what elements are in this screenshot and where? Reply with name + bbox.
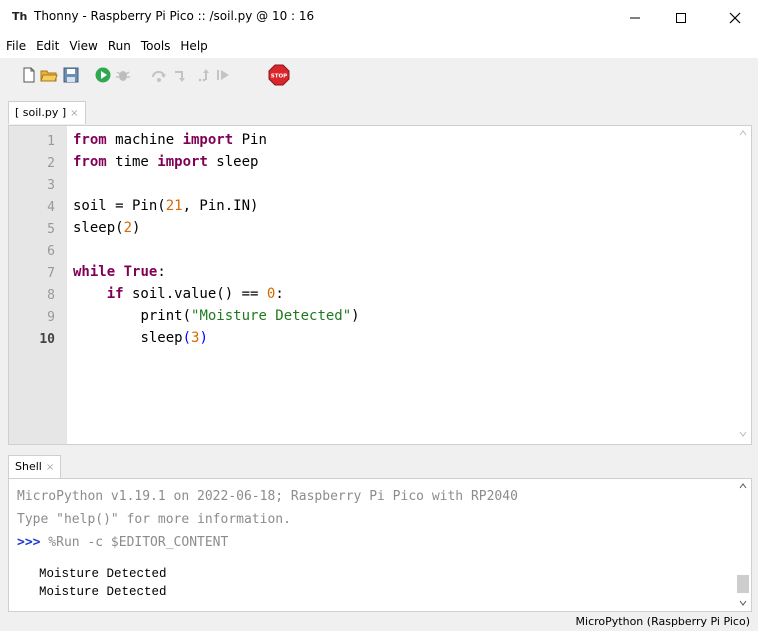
line-number-gutter: 1 2 3 4 5 6 7 8 9 10 bbox=[9, 126, 67, 444]
save-icon bbox=[63, 67, 79, 83]
minimize-icon bbox=[630, 17, 640, 19]
stop-label: STOP bbox=[271, 74, 287, 80]
shell-tab-label: Shell bbox=[15, 460, 42, 473]
stop-button[interactable]: STOP bbox=[268, 64, 290, 86]
scroll-down-icon bbox=[739, 431, 747, 437]
resume-icon bbox=[217, 70, 229, 80]
code-line: while True: bbox=[73, 264, 166, 280]
shell-tab-close-icon[interactable]: × bbox=[46, 462, 54, 473]
tab-close-icon[interactable]: × bbox=[70, 108, 78, 119]
code-line: from time import sleep bbox=[73, 154, 259, 170]
code-line: from machine import Pin bbox=[73, 132, 267, 148]
scroll-down-icon bbox=[739, 600, 747, 606]
scroll-up-icon bbox=[739, 130, 747, 136]
menu-file[interactable]: File bbox=[2, 36, 30, 58]
menu-run[interactable]: Run bbox=[104, 36, 135, 58]
shell-command: %Run -c $EDITOR_CONTENT bbox=[40, 535, 229, 550]
step-out-icon bbox=[198, 69, 209, 82]
resume-button[interactable] bbox=[214, 66, 232, 84]
status-bar: MicroPython (Raspberry Pi Pico) bbox=[0, 612, 758, 631]
line-number: 6 bbox=[47, 244, 55, 259]
step-out-button[interactable] bbox=[196, 66, 214, 84]
minimize-button[interactable] bbox=[612, 0, 658, 36]
shell-output-line: Moisture Detected bbox=[39, 585, 167, 599]
shell-tab-bar: Shell × bbox=[0, 452, 758, 478]
current-line-number: 10 bbox=[39, 332, 55, 347]
code-line: soil = Pin(21, Pin.IN) bbox=[73, 198, 259, 214]
menu-bar: File Edit View Run Tools Help bbox=[0, 36, 758, 58]
close-button[interactable] bbox=[712, 0, 758, 36]
new-file-icon bbox=[23, 67, 35, 83]
code-line: if soil.value() == 0: bbox=[106, 286, 284, 302]
thonny-app-icon: Th bbox=[12, 10, 28, 23]
maximize-icon bbox=[676, 13, 686, 23]
line-number: 7 bbox=[47, 266, 55, 281]
run-button[interactable] bbox=[94, 66, 112, 84]
scroll-up-icon bbox=[739, 483, 747, 489]
menu-tools[interactable]: Tools bbox=[137, 36, 175, 58]
code-line: sleep(3) bbox=[140, 330, 208, 346]
line-number: 8 bbox=[47, 288, 55, 303]
step-over-button[interactable] bbox=[150, 66, 168, 84]
maximize-button[interactable] bbox=[658, 0, 704, 36]
interpreter-selector[interactable]: MicroPython (Raspberry Pi Pico) bbox=[576, 615, 750, 628]
shell-output-line: Moisture Detected bbox=[39, 567, 167, 581]
stop-icon: STOP bbox=[268, 64, 290, 86]
run-icon bbox=[95, 67, 111, 83]
shell-prompt: >>> bbox=[17, 535, 41, 550]
code-line: print("Moisture Detected") bbox=[140, 308, 360, 324]
tab-label: [ soil.py ] bbox=[15, 106, 67, 119]
menu-help[interactable]: Help bbox=[176, 36, 211, 58]
line-number: 9 bbox=[47, 310, 55, 325]
menu-edit[interactable]: Edit bbox=[32, 36, 63, 58]
editor-scrollbar[interactable] bbox=[735, 126, 751, 444]
line-number: 4 bbox=[47, 200, 55, 215]
step-over-icon bbox=[152, 71, 166, 82]
open-folder-icon bbox=[40, 70, 58, 82]
step-into-button[interactable] bbox=[172, 66, 190, 84]
new-file-button[interactable] bbox=[20, 66, 38, 84]
menu-view[interactable]: View bbox=[65, 36, 101, 58]
title-bar: Th Thonny - Raspberry Pi Pico :: /soil.p… bbox=[0, 0, 758, 36]
close-icon bbox=[729, 12, 741, 24]
tab-soil-py[interactable]: [ soil.py ] × bbox=[8, 101, 86, 124]
shell-console[interactable]: MicroPython v1.19.1 on 2022-06-18; Raspb… bbox=[8, 478, 752, 612]
line-number: 3 bbox=[47, 178, 55, 193]
debug-icon bbox=[116, 71, 130, 81]
toolbar: STOP bbox=[0, 58, 758, 92]
step-into-icon bbox=[175, 71, 185, 82]
shell-scroll-thumb[interactable] bbox=[737, 575, 749, 593]
shell-scrollbar[interactable] bbox=[735, 479, 751, 611]
debug-button[interactable] bbox=[114, 66, 132, 84]
open-file-button[interactable] bbox=[40, 66, 58, 84]
line-number: 1 bbox=[47, 134, 55, 149]
code-line: sleep(2) bbox=[73, 220, 141, 236]
code-editor[interactable]: 1 2 3 4 5 6 7 8 9 10 from machine import… bbox=[8, 125, 752, 445]
editor-tab-bar: [ soil.py ] × bbox=[0, 96, 758, 124]
tab-shell[interactable]: Shell × bbox=[8, 455, 62, 478]
line-number: 2 bbox=[47, 156, 55, 171]
shell-banner-line: Type "help()" for more information. bbox=[17, 512, 291, 527]
shell-banner-line: MicroPython v1.19.1 on 2022-06-18; Raspb… bbox=[17, 489, 518, 504]
window-title: Thonny - Raspberry Pi Pico :: /soil.py @… bbox=[34, 9, 315, 23]
save-button[interactable] bbox=[62, 66, 80, 84]
shell-command-line: >>> %Run -c $EDITOR_CONTENT bbox=[17, 535, 228, 550]
line-number: 5 bbox=[47, 222, 55, 237]
